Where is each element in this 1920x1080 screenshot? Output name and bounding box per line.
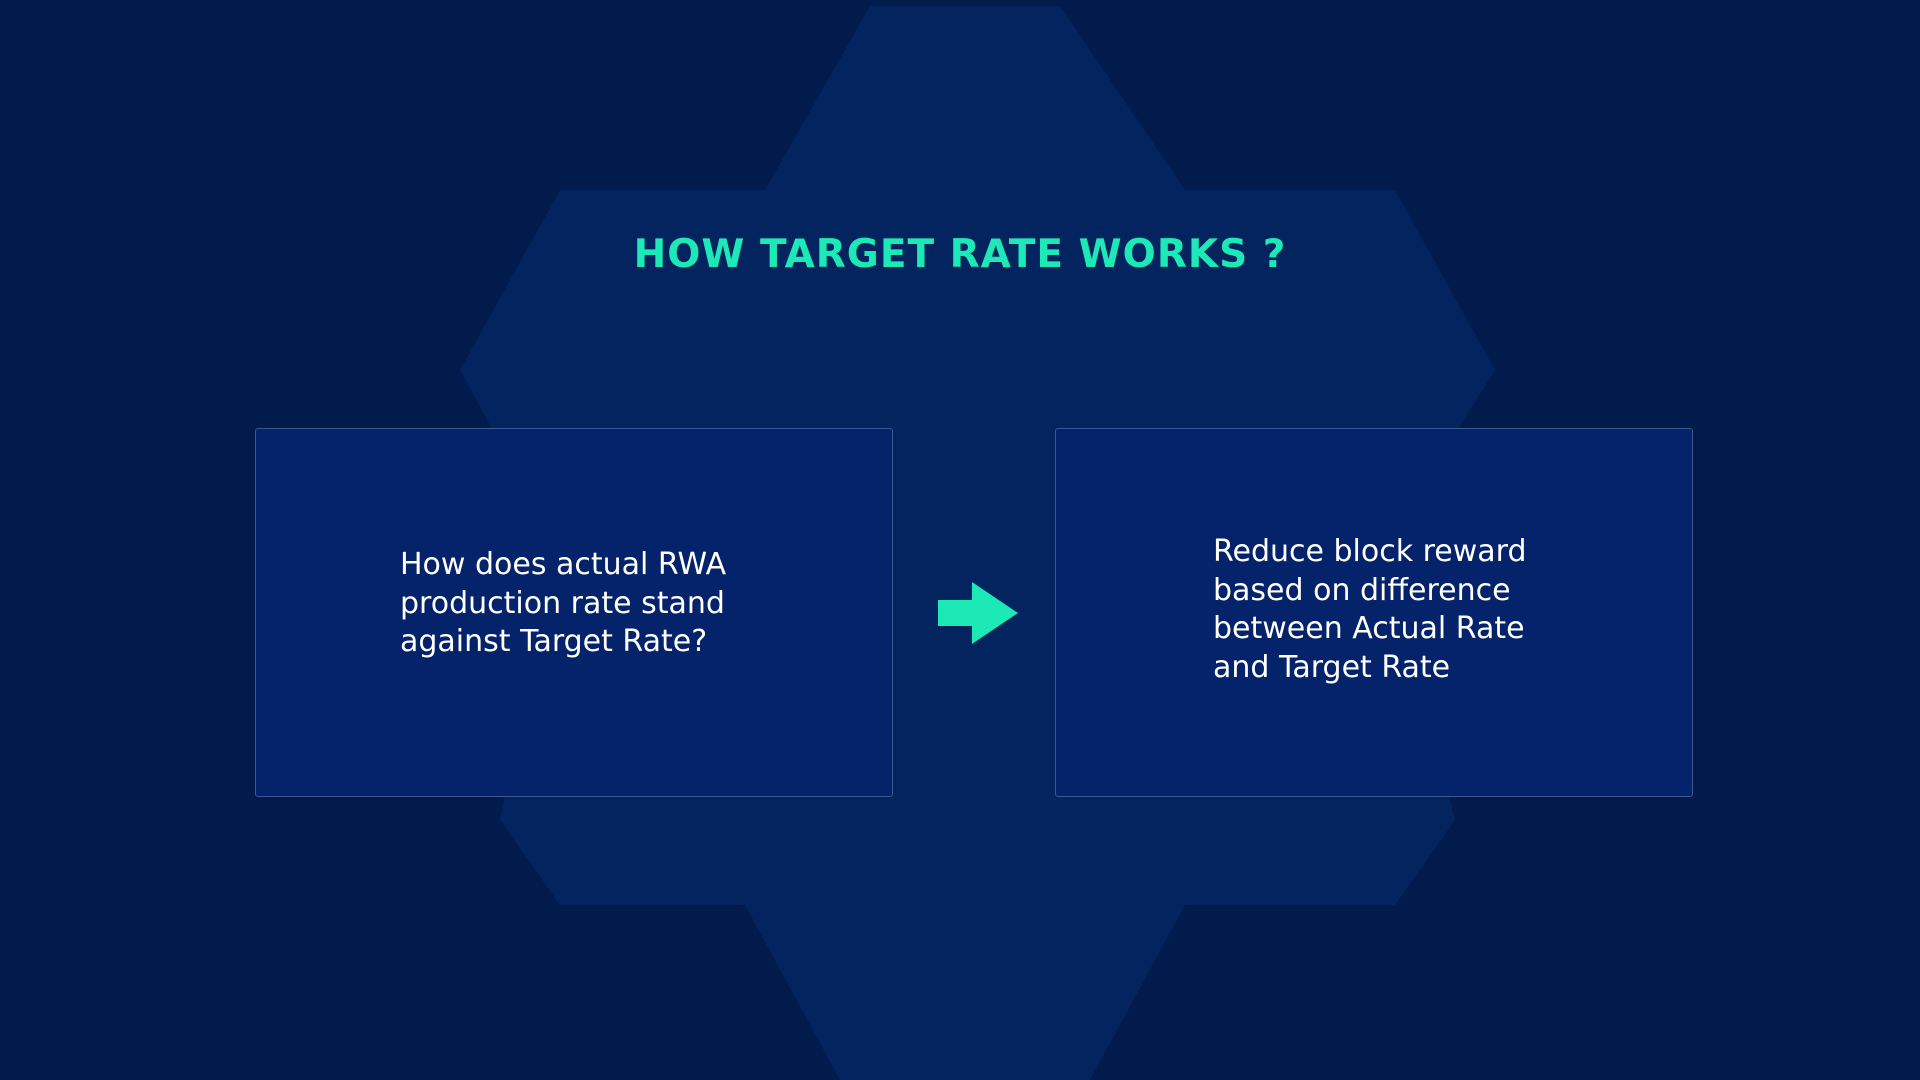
step-card-text: Reduce block reward based on difference … [1213, 534, 1527, 685]
step-card-actual-rate: How does actual RWA production rate stan… [255, 428, 893, 797]
step-card-reduce-reward: Reduce block reward based on difference … [1055, 428, 1693, 797]
arrow-right-icon [938, 582, 1018, 644]
step-card-text: How does actual RWA production rate stan… [400, 547, 727, 659]
page-title: HOW TARGET RATE WORKS ? [633, 232, 1287, 277]
